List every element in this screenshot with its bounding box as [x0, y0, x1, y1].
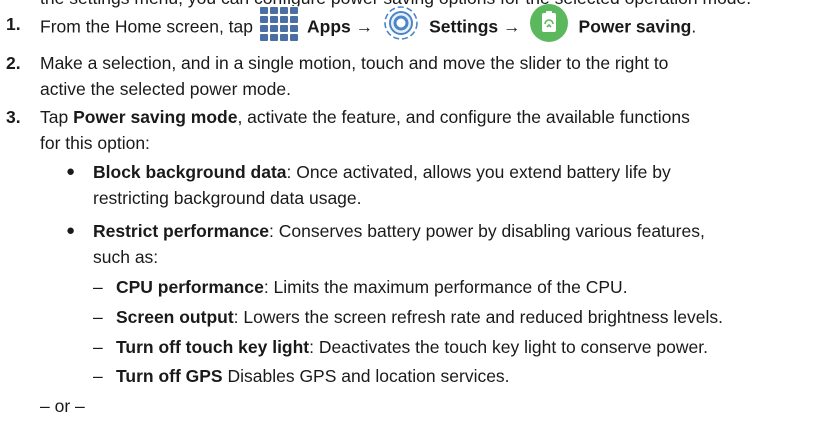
sub-item-4: Turn off GPS Disables GPS and location s…	[116, 365, 510, 387]
step-1-text: From the Home screen, tap Apps → Setting…	[40, 4, 697, 43]
apps-grid-icon	[259, 6, 299, 42]
sub-item-1-term: CPU performance	[116, 277, 264, 297]
sub-item-4-term: Turn off GPS	[116, 366, 223, 386]
step-3-lead: Tap	[40, 107, 74, 127]
power-saving-label: Power saving	[578, 16, 692, 37]
step-3-line-2: for this option:	[40, 133, 150, 153]
sub-item-4-dash: –	[93, 366, 103, 386]
sub-item-4-rest: Disables GPS and location services.	[222, 366, 510, 386]
settings-gear-icon	[381, 3, 421, 43]
settings-label: Settings	[429, 16, 499, 37]
step-1-end: .	[691, 16, 697, 37]
step-3-number: 3.	[6, 107, 21, 127]
step-1-lead: From the Home screen, tap	[40, 16, 253, 37]
bullet-1-rest: : Once activated, allows you extend batt…	[286, 162, 671, 182]
step-2-line-2: active the selected power mode.	[40, 79, 291, 99]
step-2-line-1: Make a selection, and in a single motion…	[40, 53, 669, 73]
arrow-1: →	[355, 16, 374, 37]
bullet-2-term: Restrict performance	[93, 221, 270, 241]
bullet-2-line-2: such as:	[93, 247, 159, 267]
step-3-line-1: Tap Power saving mode, activate the feat…	[40, 106, 690, 128]
sub-item-2-term: Screen output	[116, 307, 234, 327]
sub-item-2-rest: : Lowers the screen refresh rate and red…	[233, 307, 723, 327]
bullet-2-line-1: Restrict performance: Conserves battery …	[93, 220, 705, 242]
bullet-1-marker: ●	[66, 163, 76, 180]
bullet-2-marker: ●	[66, 222, 76, 239]
bullet-1-line-2: restricting background data usage.	[93, 188, 362, 208]
step-1-number: 1.	[6, 14, 21, 34]
sub-item-1: CPU performance: Limits the maximum perf…	[116, 276, 628, 298]
sub-item-2: Screen output: Lowers the screen refresh…	[116, 306, 723, 328]
step-2-number: 2.	[6, 53, 21, 73]
manual-page: the settings menu, you can configure pow…	[0, 0, 827, 423]
step-3-term: Power saving mode	[73, 107, 238, 127]
sub-item-3: Turn off touch key light: Deactivates th…	[116, 336, 708, 358]
sub-item-3-dash: –	[93, 337, 103, 357]
sub-item-3-term: Turn off touch key light	[116, 337, 310, 357]
sub-item-1-rest: : Limits the maximum performance of the …	[263, 277, 628, 297]
step-3-rest: , activate the feature, and configure th…	[237, 107, 690, 127]
sub-item-3-rest: : Deactivates the touch key light to con…	[309, 337, 708, 357]
power-saving-icon	[529, 3, 569, 43]
sub-item-2-dash: –	[93, 307, 103, 327]
sub-item-1-dash: –	[93, 277, 103, 297]
bullet-1-line-1: Block background data: Once activated, a…	[93, 161, 671, 183]
arrow-2: →	[503, 16, 521, 37]
apps-label: Apps	[307, 16, 351, 37]
or-separator: – or –	[40, 396, 85, 416]
bullet-2-rest: : Conserves battery power by disabling v…	[269, 221, 705, 241]
bullet-1-term: Block background data	[93, 162, 287, 182]
